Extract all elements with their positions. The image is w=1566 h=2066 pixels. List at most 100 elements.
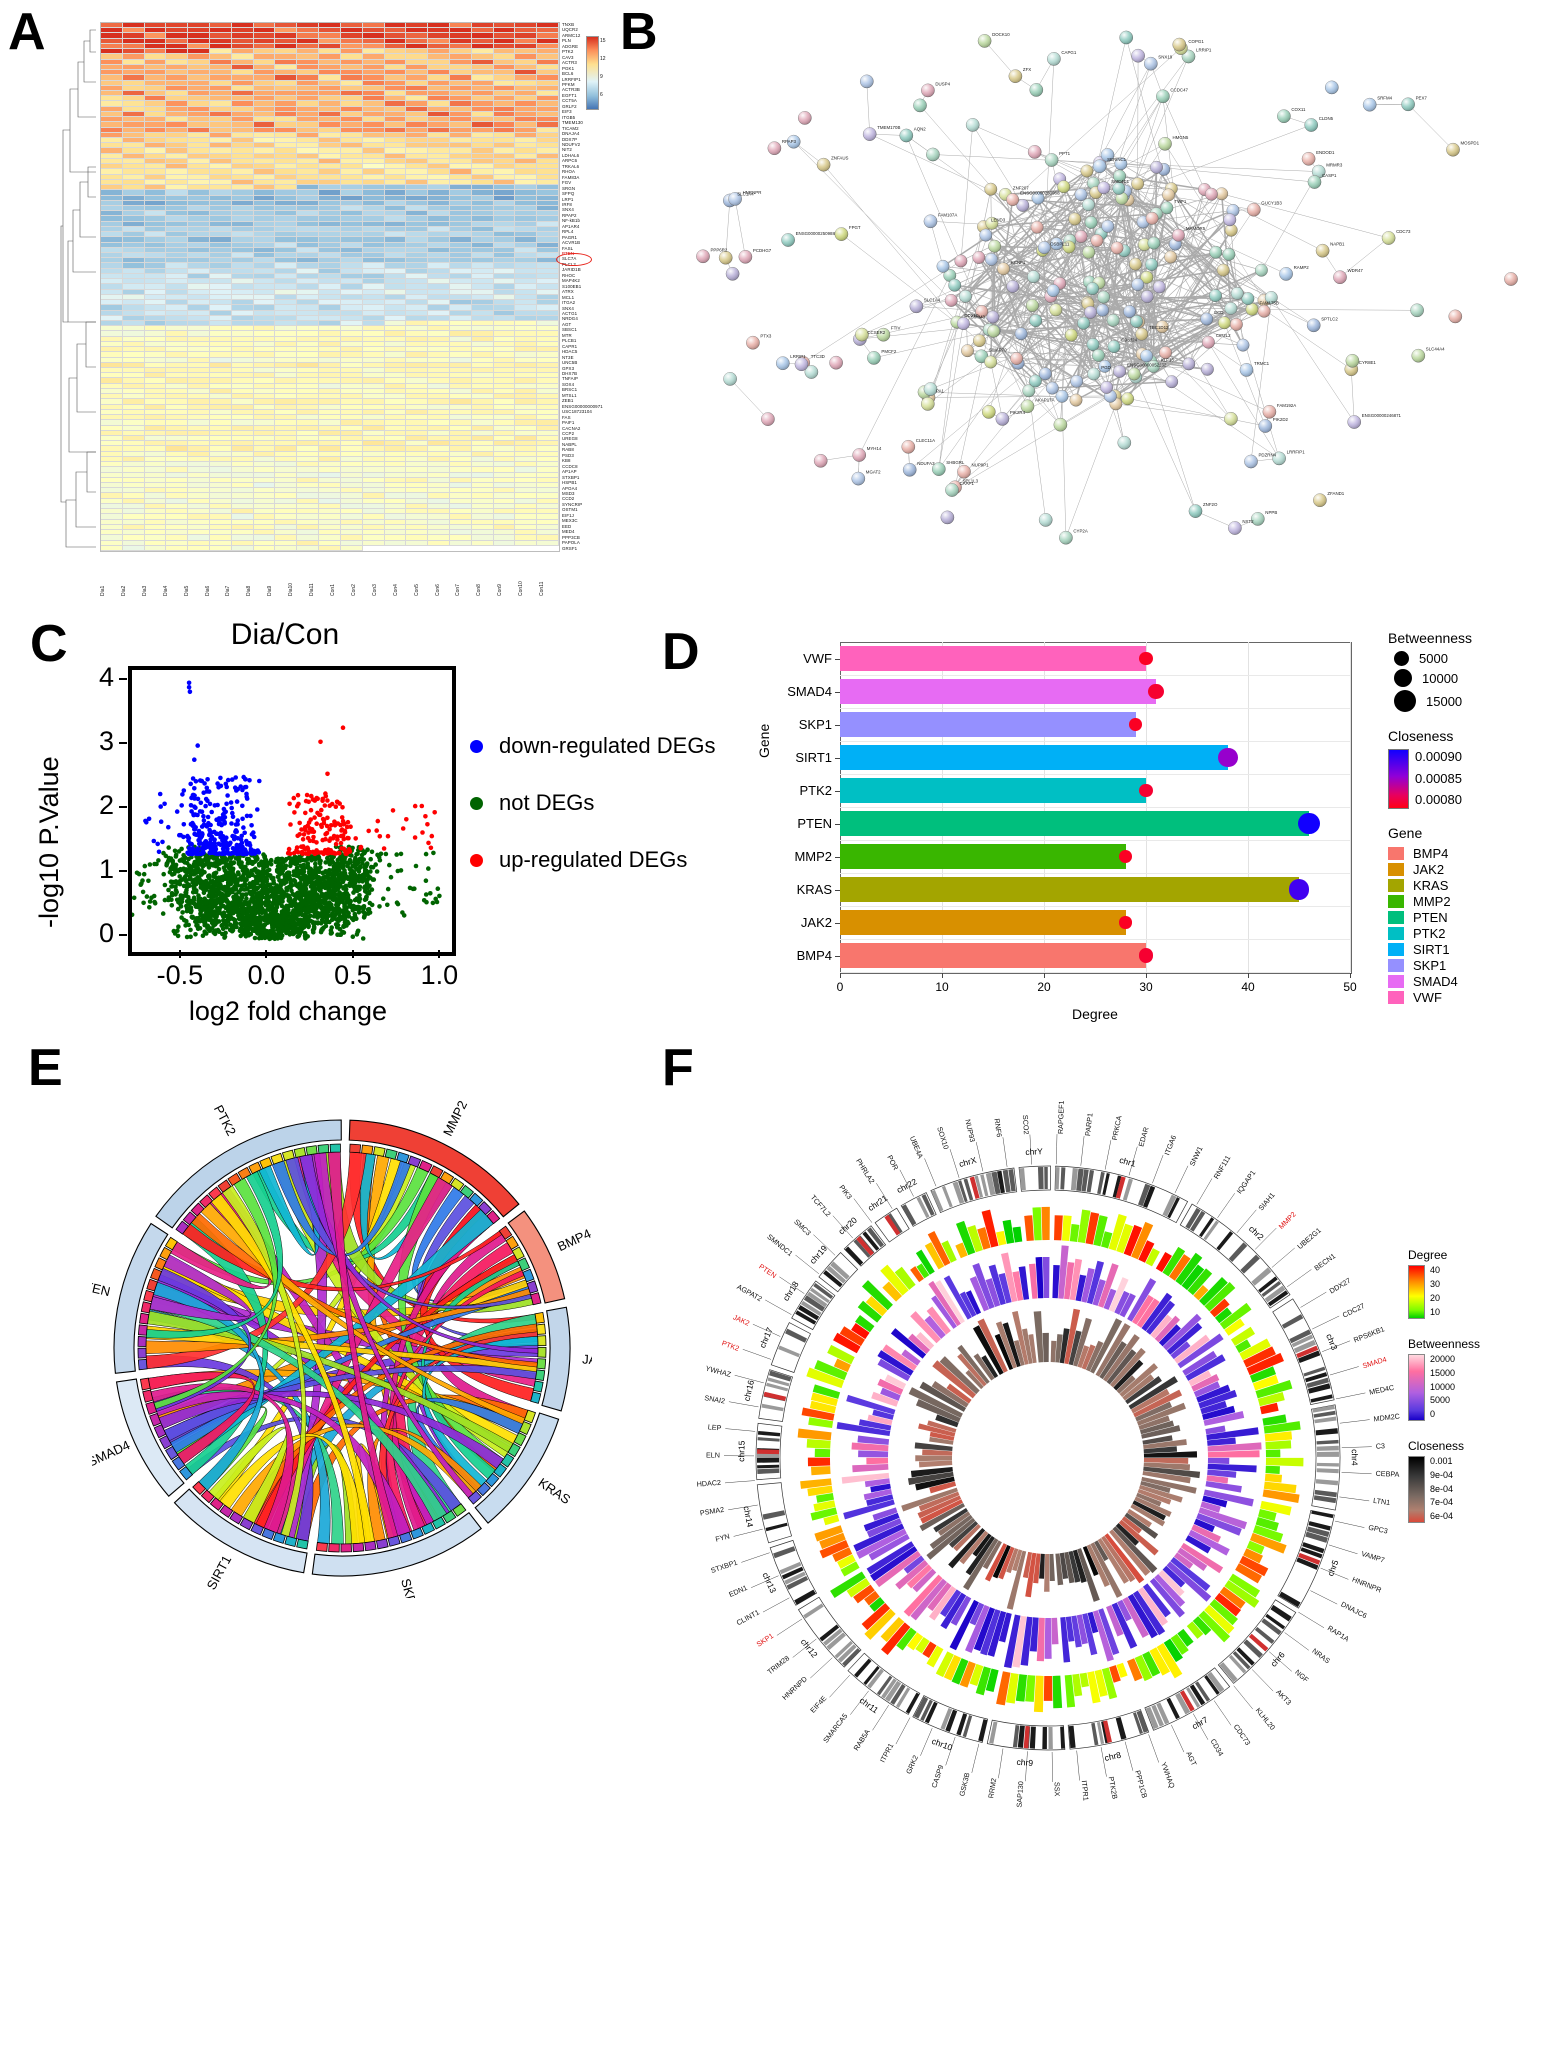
degree-x-tickmark [1044, 973, 1045, 978]
svg-text:ENSG00000250988: ENSG00000250988 [796, 231, 836, 236]
svg-text:NPPB: NPPB [1265, 510, 1277, 515]
svg-text:TWF1: TWF1 [1174, 199, 1187, 204]
svg-text:TTC3D: TTC3D [811, 354, 825, 359]
svg-text:CIP2L2: CIP2L2 [1216, 333, 1231, 338]
degree-gridline-h [840, 840, 1350, 841]
betweenness-legend-item: 10000 [1388, 669, 1566, 687]
degree-y-tickmark [835, 724, 840, 726]
svg-text:TRMC1: TRMC1 [1254, 361, 1270, 366]
svg-text:CLDN5: CLDN5 [1319, 116, 1334, 121]
gene-legend-item: SKP1 [1388, 958, 1566, 973]
svg-text:ENSG00000250988: ENSG00000250988 [1020, 191, 1060, 196]
svg-text:ZFX: ZFX [1023, 67, 1031, 72]
svg-text:PCDHG7: PCDHG7 [753, 248, 772, 253]
heatmap-column-label: Dia3 [141, 585, 148, 596]
svg-text:ENSG00000246871: ENSG00000246871 [1362, 413, 1402, 418]
svg-text:LEND3: LEND3 [991, 218, 1006, 223]
panel-b-letter: B [620, 3, 658, 61]
degree-gridline-h [840, 774, 1350, 775]
degree-gridline-h [840, 906, 1350, 907]
degree-bubble [1119, 916, 1132, 929]
svg-text:PDZRN4: PDZRN4 [1259, 453, 1277, 458]
degree-legend-tick: 10 [1430, 1307, 1441, 1317]
heatmap-cell [101, 545, 123, 551]
svg-text:NAPB1: NAPB1 [1330, 242, 1345, 247]
heatmap-cell [537, 540, 559, 546]
svg-text:CDC73: CDC73 [1396, 229, 1411, 234]
svg-text:DOCK10: DOCK10 [992, 32, 1010, 37]
heatmap-cell [122, 545, 145, 551]
heatmap-cell [231, 545, 254, 551]
degree-x-tickmark [1146, 973, 1147, 978]
svg-text:NXT2: NXT2 [1242, 519, 1254, 524]
gene-legend-label: MMP2 [1413, 894, 1451, 909]
betweenness-legend-tick: 5000 [1430, 1395, 1451, 1406]
degree-gridline-h [840, 873, 1350, 874]
volcano-x-tick: 1.0 [420, 960, 459, 990]
svg-text:ECD: ECD [1214, 310, 1223, 315]
degree-bar [840, 679, 1157, 704]
svg-text:CYP2A: CYP2A [1073, 529, 1087, 534]
heatmap-column-label: Dia11 [309, 583, 316, 596]
degree-x-tickmark [840, 973, 841, 978]
degree-bubble [1298, 812, 1320, 835]
gene-legend-swatch [1388, 879, 1404, 892]
svg-text:PEX7: PEX7 [1416, 95, 1428, 100]
svg-text:SERINC1: SERINC1 [1107, 157, 1127, 162]
degree-gridline-h [840, 741, 1350, 742]
svg-text:PPP6R2: PPP6R2 [711, 247, 728, 252]
degree-gradient [1408, 1265, 1425, 1319]
volcano-y-tickmark [119, 741, 127, 744]
volcano-x-tick: 0.0 [247, 960, 286, 990]
gene-legend-swatch [1388, 927, 1404, 940]
heatmap-column-label: Dia8 [246, 585, 253, 596]
heatmap-row-dendrogram [60, 29, 96, 548]
legend-color-dot [470, 739, 483, 753]
svg-text:MGAT2: MGAT2 [866, 470, 881, 475]
svg-text:MRMR3: MRMR3 [1326, 163, 1343, 168]
svg-text:AKAP17A: AKAP17A [1035, 397, 1055, 402]
gene-legend-item: MMP2 [1388, 894, 1566, 909]
degree-y-tick-label: SIRT1 [795, 749, 832, 765]
gene-legend-label: SMAD4 [1413, 974, 1458, 989]
heatmap-column-label: Con3 [371, 584, 378, 596]
svg-text:FTIV: FTIV [891, 326, 901, 331]
gene-legend-label: SIRT1 [1413, 942, 1450, 957]
svg-text:FAM175B: FAM175B [1260, 300, 1279, 305]
degree-y-tick-label: VWF [803, 650, 832, 666]
heatmap-column-labels: Dia1 Dia2 Dia3 Dia4 Dia5 Dia6 Dia7 Dia8 Dia9 Dia1… [100, 556, 560, 596]
closeness-gradient [1408, 1456, 1425, 1523]
degree-bar [840, 943, 1146, 968]
svg-text:TMEM170B: TMEM170B [877, 125, 900, 130]
volcano-x-axis-title: log2 fold change [188, 996, 388, 1026]
svg-text:PPT1: PPT1 [1059, 151, 1071, 156]
gene-legend-item: PTK2 [1388, 926, 1566, 941]
heatmap-cell [275, 545, 298, 551]
gene-legend-title: Gene [1388, 825, 1423, 841]
panel-f-letter: F [662, 1039, 694, 1097]
svg-text:AQN2: AQN2 [914, 127, 927, 132]
degree-gridline-h [840, 939, 1350, 940]
heatmap-column-label: Dia10 [288, 582, 295, 596]
degree-bubble [1139, 783, 1153, 798]
heatmap-cell [493, 540, 516, 546]
heatmap-cell [449, 540, 472, 546]
svg-text:LRRIP1: LRRIP1 [790, 354, 806, 359]
degree-x-tick-label: 0 [836, 980, 844, 994]
svg-text:MYH14: MYH14 [867, 446, 882, 451]
svg-text:PGD: PGD [1101, 365, 1111, 370]
heatmap-column-label: Dia2 [120, 585, 127, 596]
degree-y-tickmark [835, 790, 840, 792]
volcano-points [132, 680, 442, 942]
degree-legend: 40 30 20 10 [1408, 1265, 1558, 1319]
gene-legend-swatch [1388, 863, 1404, 876]
degree-gridline [1350, 642, 1351, 972]
degree-legend-title: Degree [1408, 1248, 1448, 1262]
degree-bar [840, 745, 1228, 770]
heatmap-cell [210, 545, 232, 551]
svg-text:MAMOR5: MAMOR5 [1186, 226, 1206, 231]
heatmap-cell [471, 540, 494, 546]
gene-legend-swatch [1388, 911, 1404, 924]
svg-text:ZNF2O: ZNF2O [1203, 502, 1218, 507]
degree-y-tickmark [835, 922, 840, 924]
